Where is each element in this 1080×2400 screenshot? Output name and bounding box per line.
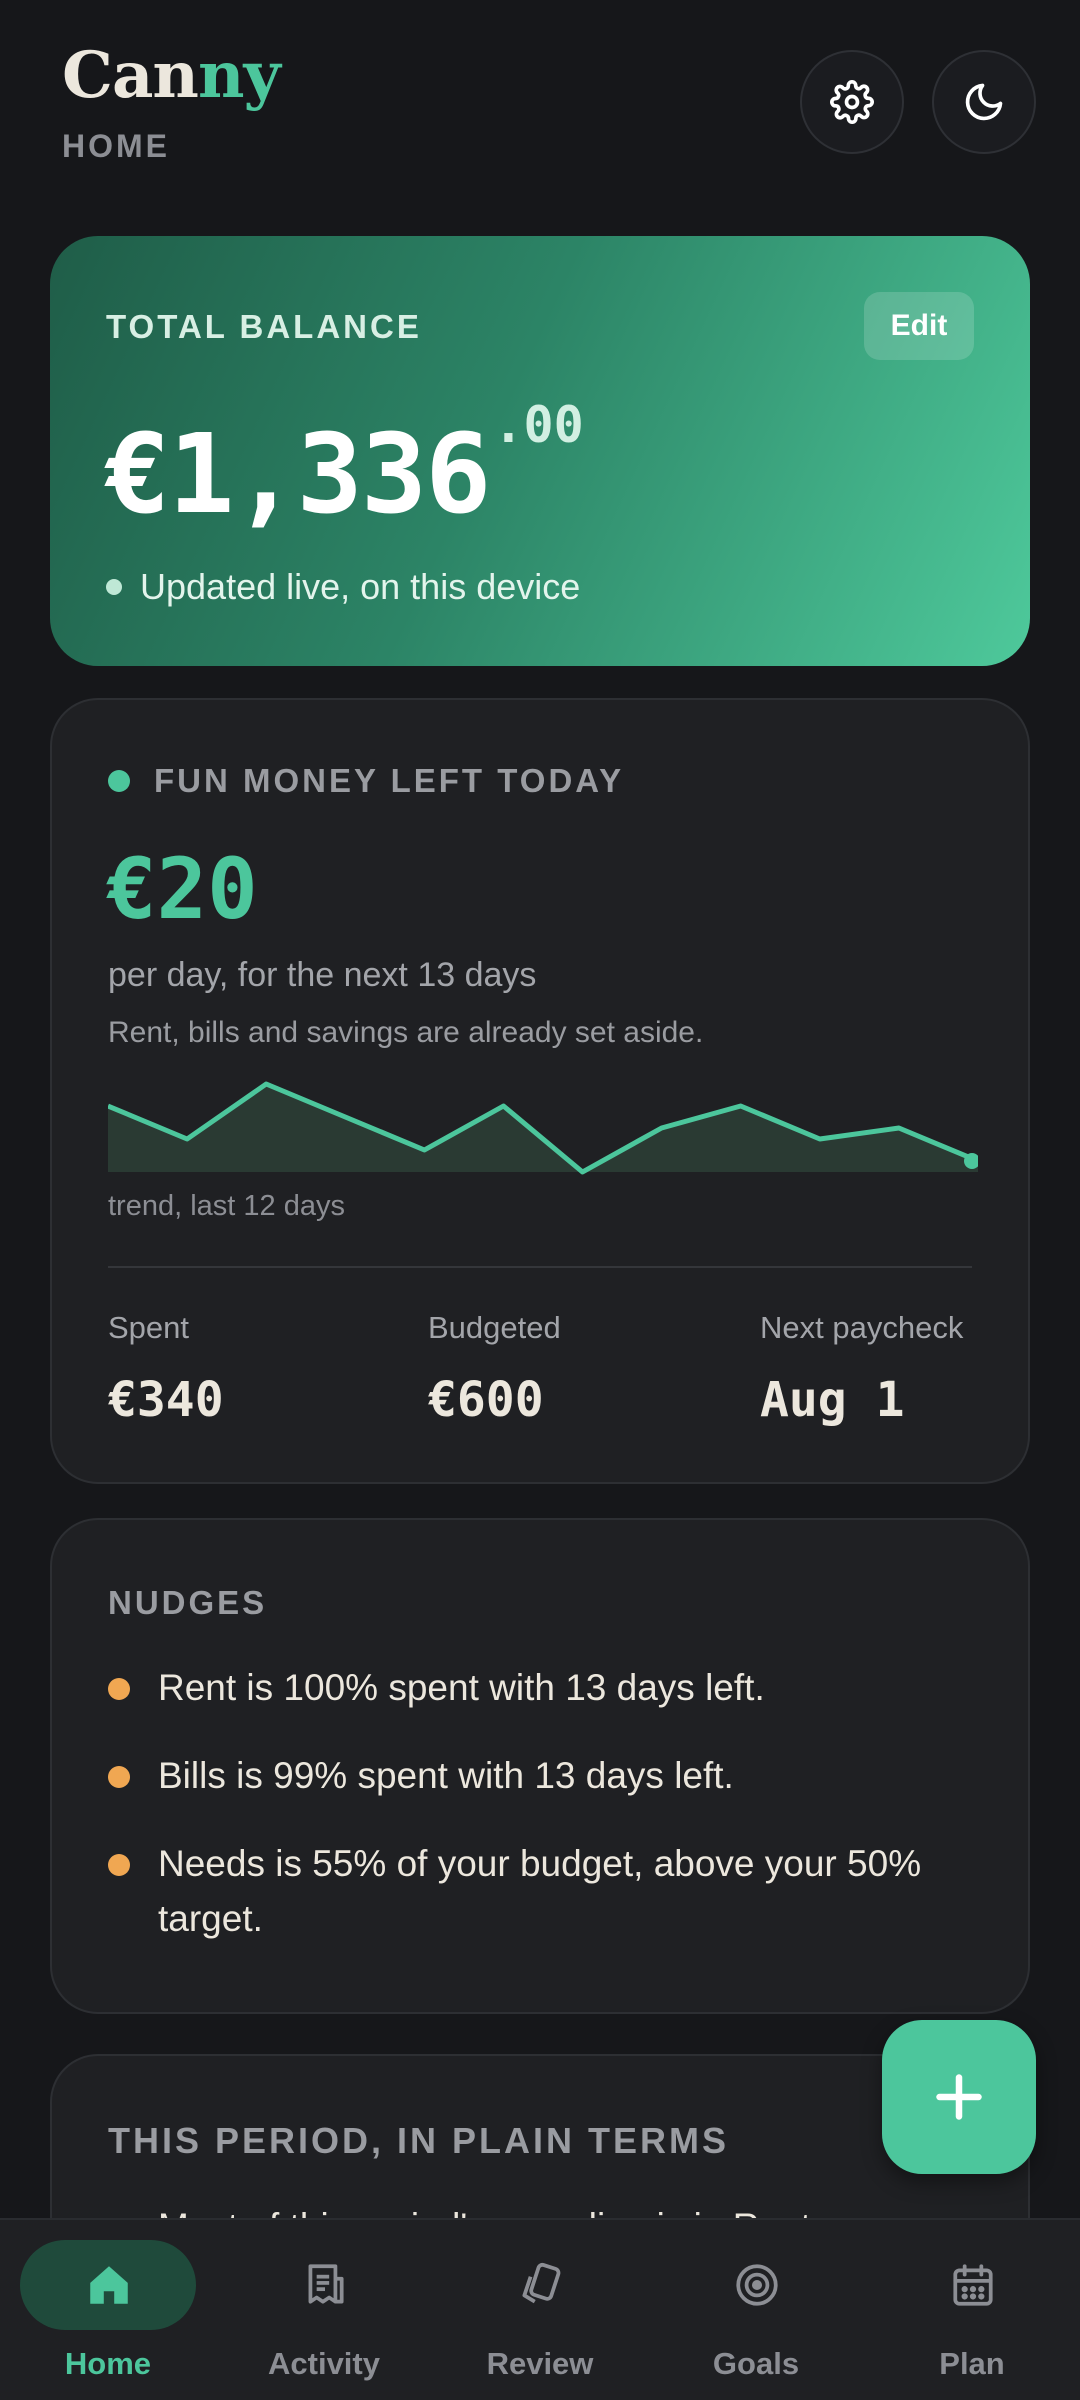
nav-plan[interactable]: Plan: [864, 2220, 1080, 2400]
nudges-title: NUDGES: [108, 1584, 268, 1621]
nav-home[interactable]: Home: [0, 2220, 216, 2400]
status-dot: [108, 770, 130, 792]
add-transaction-button[interactable]: [882, 2020, 1036, 2174]
trend-area: [108, 1084, 978, 1172]
receipt-icon: [308, 2264, 344, 2304]
nudges-card: NUDGES Rent is 100% spent with 13 days l…: [50, 1518, 1030, 2014]
trend-label: trend, last 12 days: [108, 1190, 345, 1222]
cards-icon: [522, 2262, 561, 2304]
trend-sparkline: [108, 1081, 978, 1175]
nudge-item: Needs is 55% of your budget, above your …: [108, 1836, 968, 1946]
warning-dot: [108, 1766, 130, 1788]
fun-money-note: Rent, bills and savings are already set …: [108, 1016, 704, 1049]
bottom-nav: Home Activity Review Goals Plan: [0, 2218, 1080, 2400]
nav-review[interactable]: Review: [432, 2220, 648, 2400]
home-screen: Canny HOME TOTAL BALANCE Edit €1,336.00 …: [0, 0, 1080, 2400]
period-title: THIS PERIOD, IN PLAIN TERMS: [108, 2120, 730, 2161]
target-icon: [736, 2264, 778, 2306]
stat-next-paycheck: Next paycheck Aug 1: [760, 1310, 964, 1428]
warning-dot: [108, 1678, 130, 1700]
stat-budgeted: Budgeted €600: [428, 1310, 561, 1428]
nav-goals[interactable]: Goals: [648, 2220, 864, 2400]
fun-money-per-day: per day, for the next 13 days: [108, 956, 537, 994]
nudges-list: Rent is 100% spent with 13 days left. Bi…: [108, 1660, 968, 1979]
plus-icon: [936, 2074, 982, 2120]
balance-label: TOTAL BALANCE: [106, 308, 422, 345]
page-title: HOME: [62, 128, 170, 164]
total-balance-card: TOTAL BALANCE Edit €1,336.00 Updated liv…: [50, 236, 1030, 666]
nudge-item: Bills is 99% spent with 13 days left.: [108, 1748, 968, 1803]
warning-dot: [108, 1854, 130, 1876]
balance-amount: €1,336.00: [104, 396, 584, 538]
balance-status: Updated live, on this device: [106, 566, 580, 608]
header: Canny HOME: [62, 38, 281, 165]
gear-icon: [830, 80, 874, 124]
fun-money-label: FUN MONEY LEFT TODAY: [108, 762, 624, 800]
fun-money-card: FUN MONEY LEFT TODAY €20 per day, for th…: [50, 698, 1030, 1484]
divider: [108, 1266, 972, 1268]
fun-money-amount: €20: [106, 840, 258, 938]
stat-spent: Spent €340: [108, 1310, 224, 1428]
moon-icon: [965, 83, 1003, 121]
status-dot: [106, 579, 122, 595]
app-logo: Canny: [62, 38, 281, 113]
home-icon: [90, 2266, 128, 2304]
settings-button[interactable]: [800, 50, 904, 154]
edit-balance-button[interactable]: Edit: [864, 292, 974, 360]
theme-toggle-button[interactable]: [932, 50, 1036, 154]
nudge-item: Rent is 100% spent with 13 days left.: [108, 1660, 968, 1715]
calendar-icon: [953, 2264, 993, 2306]
nav-activity[interactable]: Activity: [216, 2220, 432, 2400]
